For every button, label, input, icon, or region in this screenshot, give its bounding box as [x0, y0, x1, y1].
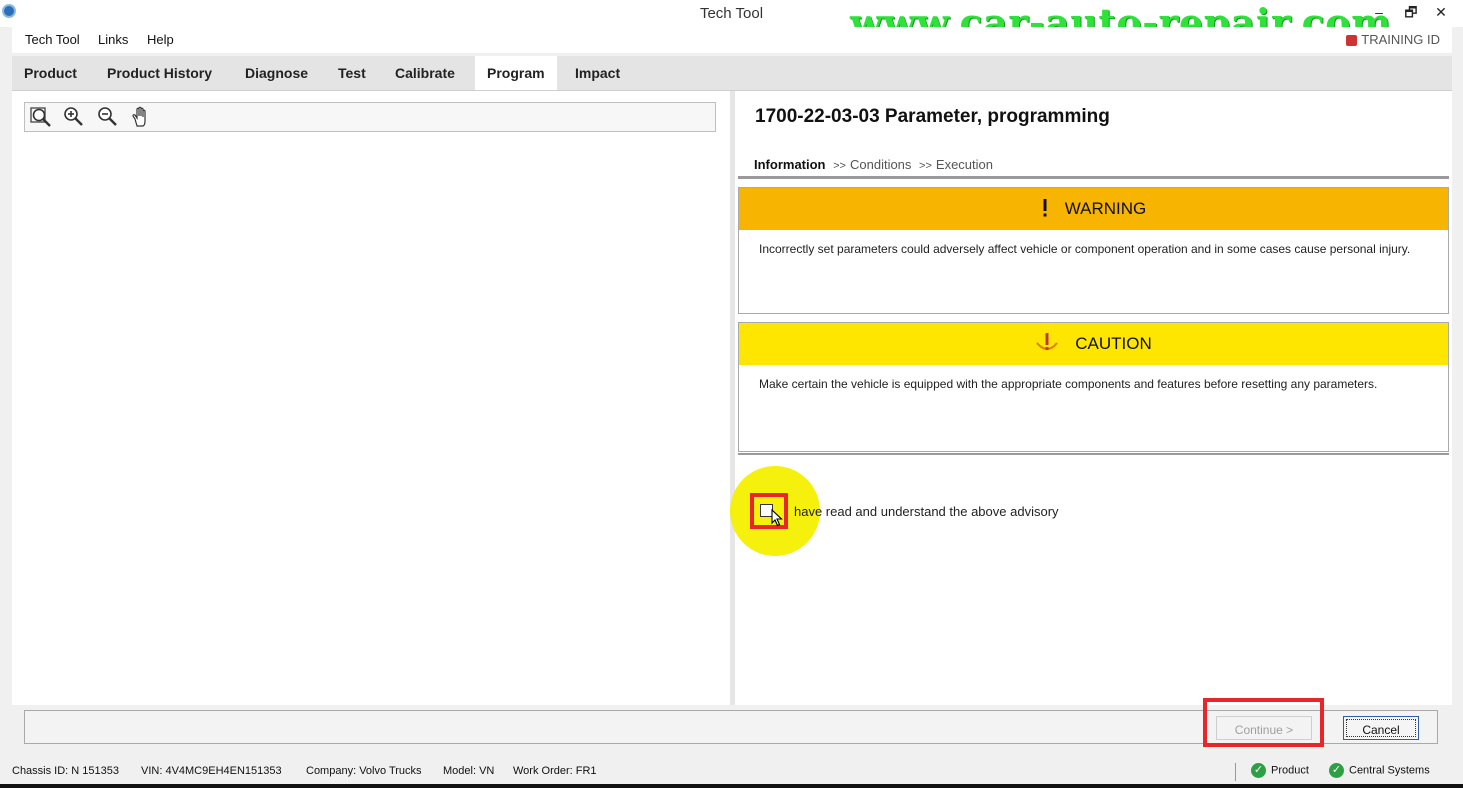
restore-button[interactable]: 🗗 — [1396, 2, 1426, 22]
menu-help[interactable]: Help — [147, 32, 174, 47]
zoom-out-icon[interactable] — [95, 105, 119, 129]
status-divider — [1235, 763, 1236, 781]
caution-header: CAUTION — [739, 323, 1448, 365]
tab-product[interactable]: Product — [12, 56, 89, 90]
product-status-label: Product — [1271, 764, 1309, 777]
tab-bar: Product Product History Diagnose Test Ca… — [12, 56, 1452, 91]
tab-product-history[interactable]: Product History — [95, 56, 224, 90]
caution-exclamation-icon — [1035, 323, 1059, 365]
menu-links[interactable]: Links — [98, 32, 128, 47]
cancel-button[interactable]: Cancel — [1343, 716, 1419, 740]
training-id-label: TRAINING ID — [1361, 32, 1440, 47]
training-id-icon — [1346, 35, 1358, 47]
vin: VIN: 4V4MC9EH4EN151353 — [141, 765, 282, 777]
warning-header: WARNING — [739, 188, 1448, 230]
caution-box: CAUTION Make certain the vehicle is equi… — [738, 322, 1449, 452]
breadcrumb-conditions: Conditions — [849, 157, 912, 172]
divider — [738, 453, 1449, 455]
breadcrumb-information: Information — [754, 157, 826, 172]
chassis-id: Chassis ID: N 151353 — [12, 765, 119, 777]
status-bar: Chassis ID: N 151353 VIN: 4V4MC9EH4EN151… — [0, 760, 1463, 784]
breadcrumb: Information >> Conditions >> Execution — [754, 157, 993, 172]
procedure-title: 1700-22-03-03 Parameter, programming — [755, 106, 1110, 127]
minimize-button[interactable]: – — [1364, 2, 1394, 22]
close-button[interactable]: ✕ — [1426, 2, 1456, 22]
product-status[interactable]: ✓ Product — [1251, 763, 1309, 778]
pan-hand-icon[interactable] — [129, 105, 153, 129]
procedure-panel: 1700-22-03-03 Parameter, programming Inf… — [730, 91, 1452, 705]
central-systems-label: Central Systems — [1349, 764, 1430, 777]
screen-edge — [0, 784, 1463, 788]
warning-text: Incorrectly set parameters could adverse… — [759, 242, 1411, 256]
company: Company: Volvo Trucks — [306, 765, 422, 777]
title-bar: Tech Tool www.car-auto-repair.com – 🗗 ✕ — [0, 0, 1463, 45]
warning-box: WARNING Incorrectly set parameters could… — [738, 187, 1449, 314]
tab-program[interactable]: Program — [475, 56, 557, 90]
tab-test[interactable]: Test — [326, 56, 378, 90]
check-icon: ✓ — [1329, 763, 1344, 778]
zoom-fit-icon[interactable] — [29, 105, 53, 129]
work-order: Work Order: FR1 — [513, 765, 597, 777]
acknowledge-label[interactable]: have read and understand the above advis… — [794, 504, 1059, 519]
document-viewer-panel — [12, 91, 730, 705]
exclamation-icon — [1041, 188, 1049, 230]
central-systems-status[interactable]: ✓ Central Systems — [1329, 763, 1430, 778]
training-id[interactable]: TRAINING ID — [1346, 32, 1440, 47]
tab-calibrate[interactable]: Calibrate — [383, 56, 467, 90]
continue-highlight-frame — [1203, 698, 1324, 747]
viewer-toolbar — [24, 102, 716, 132]
caution-heading: CAUTION — [1075, 334, 1152, 353]
breadcrumb-separator: >> — [833, 160, 846, 172]
caution-text: Make certain the vehicle is equipped wit… — [759, 377, 1378, 391]
zoom-in-icon[interactable] — [61, 105, 85, 129]
tab-diagnose[interactable]: Diagnose — [233, 56, 320, 90]
breadcrumb-separator: >> — [919, 160, 932, 172]
menu-tech-tool[interactable]: Tech Tool — [25, 32, 80, 47]
breadcrumb-execution: Execution — [935, 157, 993, 172]
tab-impact[interactable]: Impact — [563, 56, 632, 90]
divider — [738, 176, 1449, 179]
warning-heading: WARNING — [1064, 199, 1147, 218]
model: Model: VN — [443, 765, 495, 777]
mouse-cursor-icon — [771, 508, 783, 530]
check-icon: ✓ — [1251, 763, 1266, 778]
menu-bar: Tech Tool Links Help TRAINING ID — [12, 27, 1452, 53]
